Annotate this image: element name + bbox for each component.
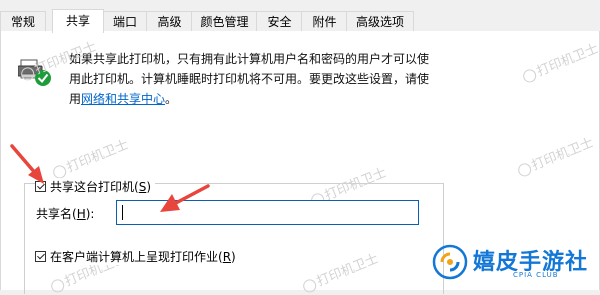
network-sharing-center-link[interactable]: 网络和共享中心 xyxy=(81,92,165,106)
tab-security[interactable]: 安全 xyxy=(256,11,303,32)
tab-ports[interactable]: 端口 xyxy=(102,11,148,32)
text-cursor xyxy=(122,205,123,220)
description-text: 用 xyxy=(69,92,82,106)
tab-accessories[interactable]: 附件 xyxy=(301,11,348,32)
tab-sharing[interactable]: 共享 xyxy=(52,9,104,33)
description-text: 。 xyxy=(165,92,178,106)
red-arrow-icon xyxy=(160,184,210,212)
render-jobs-checkbox[interactable]: 在客户端计算机上呈现打印作业(R) xyxy=(35,248,240,265)
tab-general[interactable]: 常规 xyxy=(0,11,46,32)
tab-bar: 常规 共享 端口 高级 颜色管理 安全 附件 高级选项 xyxy=(0,0,600,33)
share-name-label: 共享名(H): xyxy=(36,207,95,221)
checkbox-checked-icon[interactable] xyxy=(35,251,46,262)
tab-color-management[interactable]: 颜色管理 xyxy=(191,11,258,32)
red-arrow-icon xyxy=(10,144,44,184)
tab-advanced-options[interactable]: 高级选项 xyxy=(346,11,414,32)
share-printer-checkbox[interactable]: 共享这台打印机(S) xyxy=(35,178,156,195)
render-jobs-label: 在客户端计算机上呈现打印作业(R) xyxy=(50,250,236,264)
description-line: 如果共享此打印机，只有拥有此计算机用户名和密码的用户才可以使 xyxy=(69,52,430,66)
share-printer-label: 共享这台打印机(S) xyxy=(50,180,152,194)
description-line: 用此打印机。计算机睡眠时打印机将不可用。要更改这些设置，请使 xyxy=(69,72,430,86)
sharing-description: 如果共享此打印机，只有拥有此计算机用户名和密码的用户才可以使 用此打印机。计算机… xyxy=(69,49,589,109)
site-logo: 嬉皮手游社 CPIA CLUB xyxy=(428,238,600,290)
logo-subtext: CPIA CLUB xyxy=(513,271,559,279)
logo-circle-icon xyxy=(432,244,468,280)
description-line: 用网络和共享中心。 xyxy=(69,89,589,109)
tab-advanced[interactable]: 高级 xyxy=(146,11,193,32)
